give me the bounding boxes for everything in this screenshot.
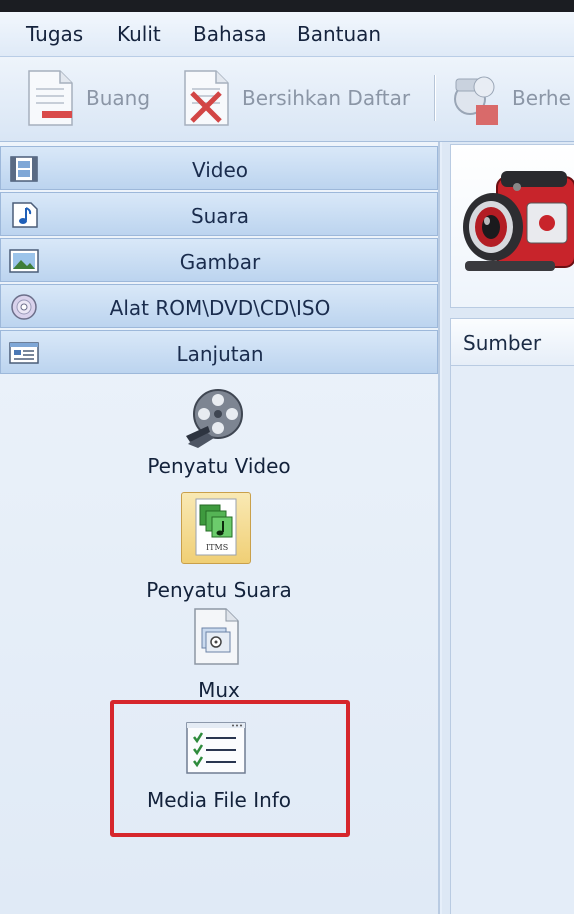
stop-button[interactable]: Berhe <box>450 67 571 129</box>
category-lanjutan[interactable]: Lanjutan <box>0 330 438 374</box>
audio-join-icon: ITMS <box>181 492 251 564</box>
menu-tugas[interactable]: Tugas <box>26 22 83 46</box>
category-suara[interactable]: Suara <box>0 192 438 236</box>
menu-bar: Tugas Kulit Bahasa Bantuan <box>0 12 574 57</box>
source-column-header[interactable]: Sumber <box>450 318 574 366</box>
camcorder-icon <box>457 163 574 287</box>
camera-banner <box>450 144 574 308</box>
category-suara-label: Suara <box>190 204 250 228</box>
tool-penyatu-video-label: Penyatu Video <box>147 454 291 478</box>
clear-list-label: Bersihkan Daftar <box>242 86 411 110</box>
category-rom-dvd-cd-iso[interactable]: Alat ROM\DVD\CD\ISO <box>0 284 438 328</box>
menu-bahasa[interactable]: Bahasa <box>193 22 267 46</box>
toolbar-separator <box>434 75 436 121</box>
highlight-box <box>110 700 350 837</box>
clear-list-icon <box>182 69 230 127</box>
category-video[interactable]: Video <box>0 146 438 190</box>
menu-kulit[interactable]: Kulit <box>117 22 161 46</box>
tool-penyatu-suara[interactable]: ITMS Penyatu Suara <box>0 492 438 602</box>
remove-document-icon <box>26 69 74 127</box>
main-pane: Sumber <box>442 142 574 914</box>
source-header-label: Sumber <box>463 331 542 355</box>
category-gambar-label: Gambar <box>179 250 261 274</box>
category-video-label: Video <box>191 158 249 182</box>
tool-mux-label: Mux <box>198 678 240 702</box>
menu-bantuan[interactable]: Bantuan <box>297 22 381 46</box>
stop-conversion-icon <box>450 69 498 127</box>
stop-label: Berhe <box>512 86 571 110</box>
remove-button[interactable]: Buang <box>26 67 150 129</box>
tool-mux[interactable]: Mux <box>0 604 438 702</box>
task-list-area[interactable] <box>450 366 574 914</box>
window-top-edge <box>0 0 574 12</box>
mux-file-icon <box>192 606 242 670</box>
tool-penyatu-suara-label: Penyatu Suara <box>146 578 292 602</box>
audio-join-icon-text: ITMS <box>206 543 228 552</box>
clear-list-button[interactable]: Bersihkan Daftar <box>182 67 410 129</box>
toolbar: Buang Bersihkan Daftar Berhe <box>0 57 574 142</box>
film-reel-icon <box>184 386 248 452</box>
category-rom-label: Alat ROM\DVD\CD\ISO <box>109 296 331 320</box>
category-gambar[interactable]: Gambar <box>0 238 438 282</box>
tool-penyatu-video[interactable]: Penyatu Video <box>0 382 438 482</box>
category-lanjutan-label: Lanjutan <box>176 342 264 366</box>
remove-label: Buang <box>86 86 151 110</box>
